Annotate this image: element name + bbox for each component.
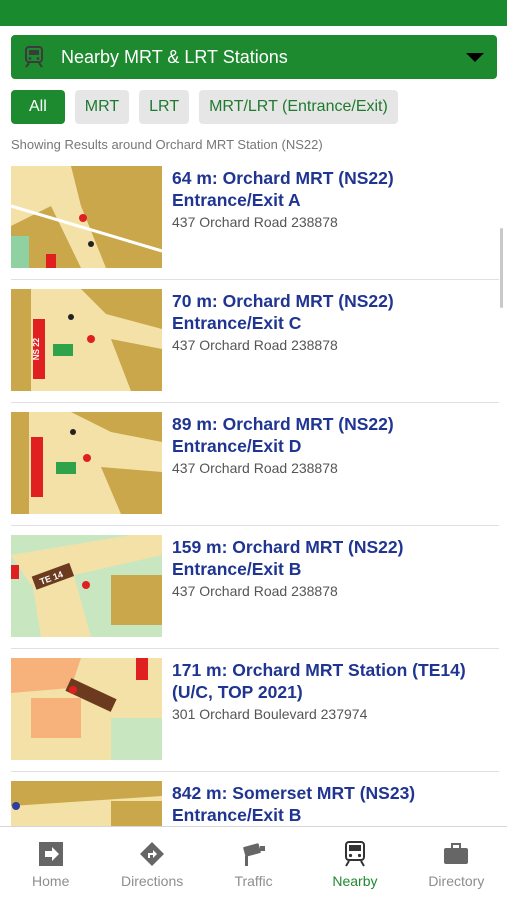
result-title: 70 m: Orchard MRT (NS22) Entrance/Exit C xyxy=(172,291,394,333)
filter-chips: All MRT LRT MRT/LRT (Entrance/Exit) xyxy=(11,90,398,124)
tab-nearby[interactable]: Nearby xyxy=(304,827,405,900)
train-icon xyxy=(25,46,43,68)
train-icon xyxy=(344,841,365,867)
status-bar xyxy=(0,0,507,26)
filter-mrt[interactable]: MRT xyxy=(74,90,130,124)
result-address: 437 Orchard Road 238878 xyxy=(172,337,338,353)
filter-all[interactable]: All xyxy=(11,90,65,124)
tab-label: Traffic xyxy=(234,873,273,889)
list-item[interactable]: 842 m: Somerset MRT (NS23) Entrance/Exit… xyxy=(0,772,507,826)
tab-label: Directory xyxy=(428,873,485,889)
results-context: Showing Results around Orchard MRT Stati… xyxy=(11,137,323,152)
scrollbar[interactable] xyxy=(500,228,503,308)
tab-traffic[interactable]: Traffic xyxy=(203,827,304,900)
briefcase-icon xyxy=(444,843,469,864)
result-title: 64 m: Orchard MRT (NS22) Entrance/Exit A xyxy=(172,168,394,210)
home-icon xyxy=(38,842,63,866)
result-title: 89 m: Orchard MRT (NS22) Entrance/Exit D xyxy=(172,414,394,456)
results-list: 64 m: Orchard MRT (NS22) Entrance/Exit A… xyxy=(0,157,507,826)
map-thumbnail xyxy=(11,412,162,514)
list-item[interactable]: 64 m: Orchard MRT (NS22) Entrance/Exit A… xyxy=(0,157,507,280)
map-thumbnail xyxy=(11,166,162,268)
list-item[interactable]: TE 14 159 m: Orchard MRT (NS22) Entrance… xyxy=(0,526,507,649)
map-thumbnail xyxy=(11,658,162,760)
tab-label: Home xyxy=(32,873,70,889)
list-item[interactable]: NS 22 70 m: Orchard MRT (NS22) Entrance/… xyxy=(0,280,507,403)
filter-entrance-exit[interactable]: MRT/LRT (Entrance/Exit) xyxy=(199,90,398,124)
traffic-camera-icon xyxy=(242,843,265,866)
tab-home[interactable]: Home xyxy=(0,827,101,900)
result-title: 842 m: Somerset MRT (NS23) Entrance/Exit… xyxy=(172,783,416,825)
tab-label: Nearby xyxy=(332,873,378,889)
list-item[interactable]: 89 m: Orchard MRT (NS22) Entrance/Exit D… xyxy=(0,403,507,526)
result-address: 437 Orchard Road 238878 xyxy=(172,583,338,599)
ns22-label: NS 22 xyxy=(32,337,41,360)
result-title: 159 m: Orchard MRT (NS22) Entrance/Exit … xyxy=(172,537,404,579)
dropdown-label: Nearby MRT & LRT Stations xyxy=(61,46,288,67)
filter-lrt[interactable]: LRT xyxy=(139,90,190,124)
tab-bar: Home Directions Traffic Nearby Directory xyxy=(0,826,507,900)
map-thumbnail: NS 22 xyxy=(11,289,162,391)
tab-directory[interactable]: Directory xyxy=(406,827,507,900)
result-address: 437 Orchard Road 238878 xyxy=(172,460,338,476)
map-thumbnail: TE 14 xyxy=(11,535,162,637)
tab-label: Directions xyxy=(120,873,184,889)
result-title: 171 m: Orchard MRT Station (TE14) (U/C, … xyxy=(172,660,466,702)
category-dropdown[interactable]: Nearby MRT & LRT Stations xyxy=(11,35,497,79)
tab-directions[interactable]: Directions xyxy=(101,827,202,900)
result-address: 301 Orchard Boulevard 237974 xyxy=(172,706,368,722)
map-thumbnail xyxy=(11,781,162,826)
result-address: 437 Orchard Road 238878 xyxy=(172,214,338,230)
list-item[interactable]: 171 m: Orchard MRT Station (TE14) (U/C, … xyxy=(0,649,507,772)
directions-icon xyxy=(140,842,165,866)
chevron-down-icon xyxy=(466,52,484,62)
